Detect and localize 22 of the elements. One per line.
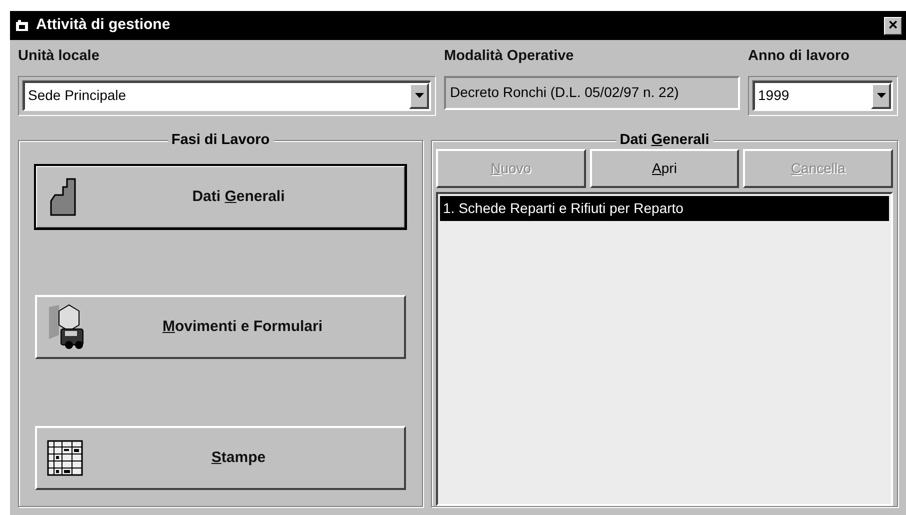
- dropdown-value: Sede Principale: [28, 86, 126, 106]
- field-label: Modalità Operative: [444, 47, 575, 66]
- dropdown-button[interactable]: [409, 82, 429, 109]
- spreadsheet-icon: [47, 440, 83, 476]
- dropdown-button[interactable]: [871, 82, 891, 109]
- list-item[interactable]: 1. Schede Reparti e Rifiuti per Reparto: [440, 196, 889, 221]
- caret-icon: [414, 93, 424, 98]
- phase-button[interactable]: Stampe: [35, 426, 406, 490]
- field-label: Unità locale: [18, 47, 100, 66]
- caret-icon: [876, 93, 886, 98]
- dropdown-value: 1999: [758, 86, 790, 106]
- window-title: Attività di gestione: [36, 15, 170, 36]
- phase-button[interactable]: Dati Generali: [35, 164, 406, 229]
- dropdown-field[interactable]: 1999: [753, 80, 893, 111]
- dropdown-field[interactable]: Sede Principale: [23, 80, 431, 111]
- field-label: Anno di lavoro: [748, 47, 850, 66]
- toolbar-button[interactable]: Apri: [590, 148, 740, 188]
- phase-button[interactable]: Movimenti e Formulari: [35, 295, 406, 360]
- value-display: Decreto Ronchi (D.L. 05/02/97 n. 22): [444, 76, 740, 110]
- group-title: Dati Generali: [616, 130, 714, 149]
- window-icon: [14, 18, 30, 32]
- close-button[interactable]: ×: [884, 16, 902, 34]
